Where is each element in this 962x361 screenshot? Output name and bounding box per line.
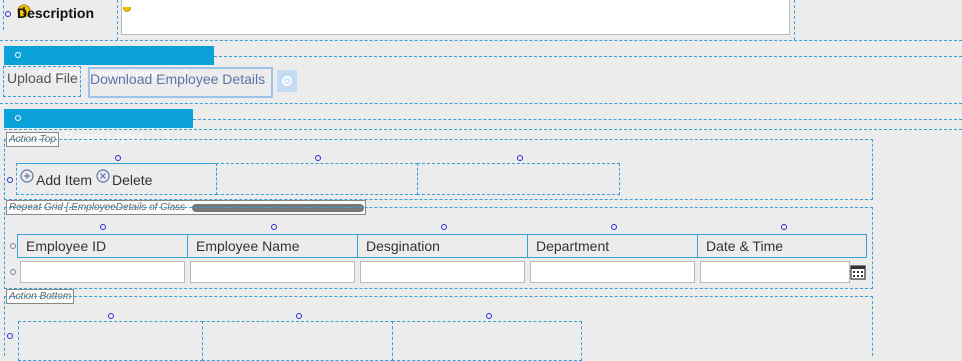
- layout-guide: [794, 0, 795, 40]
- dynamic-layout-header[interactable]: Dynamic Layout (Inline) - 2: [4, 46, 214, 81]
- date-time-input[interactable]: [700, 261, 850, 283]
- handle-dot: [15, 52, 21, 58]
- column-header-employee-name[interactable]: Employee Name: [187, 234, 357, 258]
- warning-icon: [123, 0, 131, 12]
- calendar-icon[interactable]: [850, 264, 866, 280]
- handle-dot[interactable]: [441, 224, 447, 230]
- handle-dot[interactable]: [315, 155, 321, 161]
- handle-dot[interactable]: [7, 177, 13, 183]
- designation-input[interactable]: [360, 261, 525, 283]
- layout-guide: [0, 40, 962, 41]
- layout-guide: [0, 103, 962, 104]
- column-header-designation[interactable]: Desgination: [357, 234, 527, 258]
- layout-guide: [3, 0, 4, 30]
- gear-icon[interactable]: [277, 70, 297, 92]
- download-employee-details-link[interactable]: Download Employee Details: [90, 71, 265, 87]
- x-circle-icon[interactable]: [96, 169, 110, 183]
- column-header-employee-id[interactable]: Employee ID: [17, 234, 187, 258]
- layout-guide: [214, 56, 962, 57]
- handle-dot[interactable]: [271, 224, 277, 230]
- handle-dot[interactable]: [10, 243, 16, 249]
- plus-circle-icon[interactable]: [20, 169, 34, 183]
- handle-dot[interactable]: [7, 333, 13, 339]
- grid-repeat-header[interactable]: Grid Repeat Layout - 3: [4, 109, 193, 144]
- handle-dot[interactable]: [115, 155, 121, 161]
- column-header-department[interactable]: Department: [527, 234, 697, 258]
- description-textarea[interactable]: [121, 0, 790, 35]
- layout-guide: [4, 129, 962, 130]
- department-input[interactable]: [530, 261, 695, 283]
- handle-dot[interactable]: [781, 224, 787, 230]
- layout-guide: [117, 0, 118, 40]
- employee-id-input[interactable]: [20, 261, 185, 283]
- handle-dot[interactable]: [517, 155, 523, 161]
- action-bottom-cell: [202, 321, 393, 361]
- employee-name-input[interactable]: [190, 261, 355, 283]
- handle-dot[interactable]: [10, 269, 16, 275]
- handle-dot[interactable]: [5, 11, 11, 17]
- handle-dot[interactable]: [296, 313, 302, 319]
- upload-file-label: Upload File: [7, 70, 78, 86]
- handle-dot[interactable]: [100, 224, 106, 230]
- description-label: Description: [17, 5, 95, 21]
- handle-dot[interactable]: [486, 313, 492, 319]
- handle-dot: [15, 115, 21, 121]
- download-link-box[interactable]: Download Employee Details: [88, 67, 273, 98]
- handle-dot[interactable]: [611, 224, 617, 230]
- action-bottom-cell: [392, 321, 582, 361]
- add-item-button[interactable]: Add Item: [36, 172, 92, 188]
- action-top-cell: [216, 163, 418, 195]
- column-header-date-time[interactable]: Date & Time: [697, 234, 867, 258]
- action-bottom-cell: [18, 321, 203, 361]
- action-top-cell: [417, 163, 620, 195]
- delete-button[interactable]: Delete: [112, 172, 152, 188]
- handle-dot[interactable]: [108, 313, 114, 319]
- layout-guide: [193, 119, 962, 120]
